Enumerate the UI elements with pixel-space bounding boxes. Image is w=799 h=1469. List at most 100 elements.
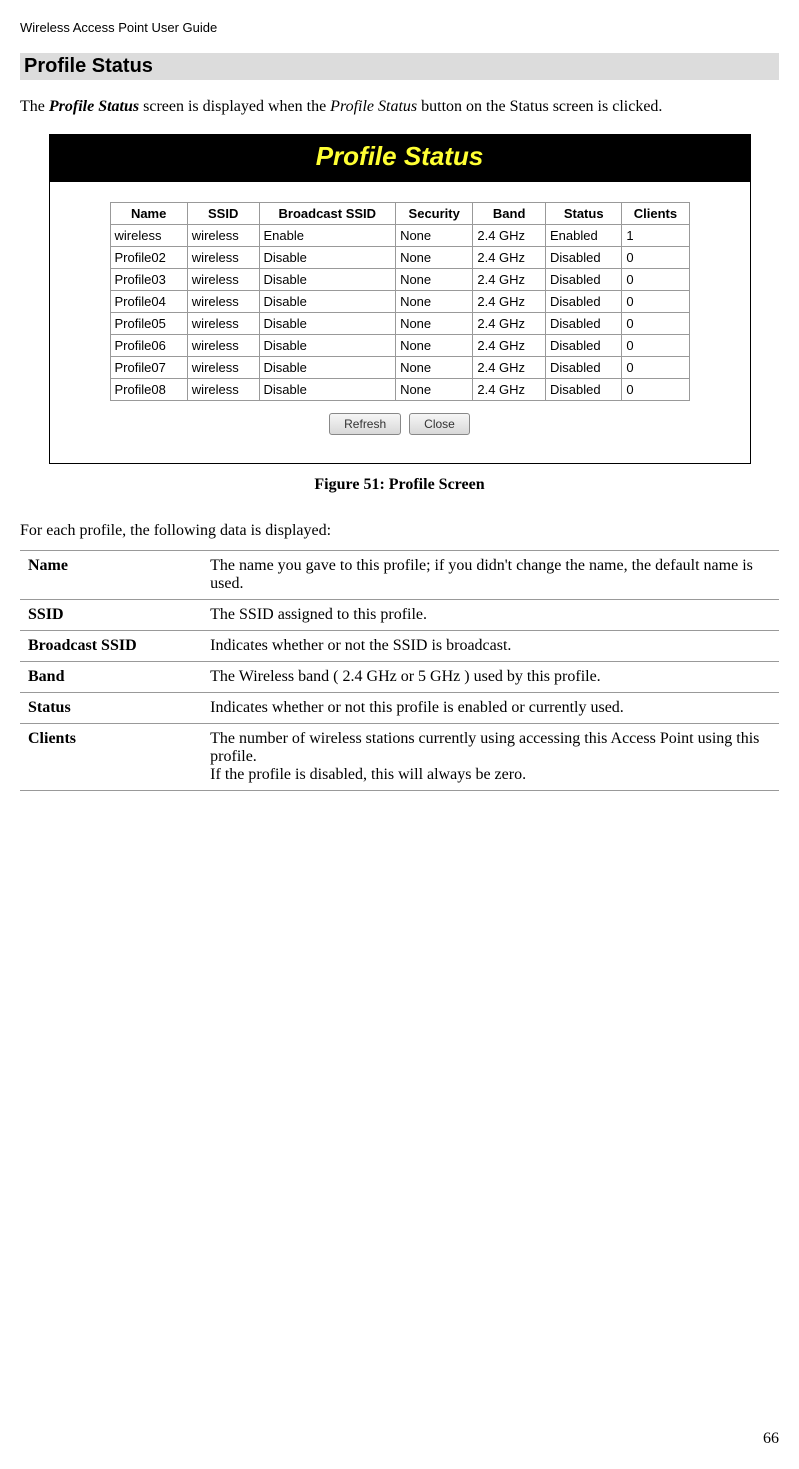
intro-paragraph: The Profile Status screen is displayed w… [20, 96, 779, 118]
cell-security: None [396, 225, 473, 247]
intro-text: The [20, 98, 49, 115]
cell-band: 2.4 GHz [473, 225, 546, 247]
desc-row: Broadcast SSIDIndicates whether or not t… [20, 631, 779, 662]
cell-security: None [396, 379, 473, 401]
cell-ssid: wireless [187, 269, 259, 291]
cell-security: None [396, 313, 473, 335]
desc-text: The Wireless band ( 2.4 GHz or 5 GHz ) u… [202, 662, 779, 693]
desc-label: Broadcast SSID [20, 631, 202, 662]
col-ssid: SSID [187, 203, 259, 225]
intro-text: screen is displayed when the [139, 98, 330, 115]
cell-band: 2.4 GHz [473, 269, 546, 291]
cell-clients: 0 [622, 335, 689, 357]
figure-titlebar: Profile Status [50, 135, 750, 182]
cell-broadcast: Disable [259, 357, 396, 379]
cell-clients: 0 [622, 357, 689, 379]
desc-text: The SSID assigned to this profile. [202, 600, 779, 631]
cell-broadcast: Disable [259, 269, 396, 291]
close-button[interactable]: Close [409, 413, 470, 435]
table-row: Profile04wirelessDisableNone2.4 GHzDisab… [110, 291, 689, 313]
cell-broadcast: Disable [259, 313, 396, 335]
table-row: Profile05wirelessDisableNone2.4 GHzDisab… [110, 313, 689, 335]
col-name: Name [110, 203, 187, 225]
col-status: Status [546, 203, 622, 225]
description-table: NameThe name you gave to this profile; i… [20, 550, 779, 791]
cell-band: 2.4 GHz [473, 247, 546, 269]
col-band: Band [473, 203, 546, 225]
cell-broadcast: Disable [259, 335, 396, 357]
cell-clients: 0 [622, 269, 689, 291]
lead-paragraph: For each profile, the following data is … [20, 522, 779, 540]
cell-ssid: wireless [187, 225, 259, 247]
cell-name: Profile04 [110, 291, 187, 313]
col-broadcast-ssid-label: Broadcast SSID [279, 206, 377, 221]
cell-broadcast: Enable [259, 225, 396, 247]
cell-broadcast: Disable [259, 291, 396, 313]
intro-text: button on the Status screen is clicked. [417, 98, 662, 115]
cell-ssid: wireless [187, 335, 259, 357]
cell-broadcast: Disable [259, 247, 396, 269]
col-security: Security [396, 203, 473, 225]
cell-name: Profile05 [110, 313, 187, 335]
profile-table: Name SSID Broadcast SSID Security Band S… [110, 202, 690, 401]
figure-profile-status: Profile Status Name SSID Broadcast SSID … [49, 134, 751, 464]
desc-text: Indicates whether or not the SSID is bro… [202, 631, 779, 662]
cell-clients: 0 [622, 291, 689, 313]
table-row: Profile02wirelessDisableNone2.4 GHzDisab… [110, 247, 689, 269]
cell-name: Profile02 [110, 247, 187, 269]
cell-name: wireless [110, 225, 187, 247]
cell-band: 2.4 GHz [473, 291, 546, 313]
cell-name: Profile08 [110, 379, 187, 401]
cell-band: 2.4 GHz [473, 313, 546, 335]
desc-text: Indicates whether or not this profile is… [202, 693, 779, 724]
table-row: Profile06wirelessDisableNone2.4 GHzDisab… [110, 335, 689, 357]
table-row: wirelesswirelessEnableNone2.4 GHzEnabled… [110, 225, 689, 247]
table-row: Profile03wirelessDisableNone2.4 GHzDisab… [110, 269, 689, 291]
cell-status: Disabled [546, 313, 622, 335]
cell-status: Disabled [546, 357, 622, 379]
cell-clients: 0 [622, 247, 689, 269]
cell-clients: 0 [622, 379, 689, 401]
section-title: Profile Status [20, 53, 779, 80]
table-row: Profile07wirelessDisableNone2.4 GHzDisab… [110, 357, 689, 379]
desc-label: Status [20, 693, 202, 724]
desc-row: StatusIndicates whether or not this prof… [20, 693, 779, 724]
cell-ssid: wireless [187, 247, 259, 269]
cell-security: None [396, 335, 473, 357]
col-clients: Clients [622, 203, 689, 225]
cell-ssid: wireless [187, 291, 259, 313]
cell-band: 2.4 GHz [473, 357, 546, 379]
desc-row: NameThe name you gave to this profile; i… [20, 551, 779, 600]
cell-security: None [396, 357, 473, 379]
desc-text: The name you gave to this profile; if yo… [202, 551, 779, 600]
figure-button-row: Refresh Close [110, 413, 690, 435]
cell-status: Disabled [546, 335, 622, 357]
cell-status: Disabled [546, 269, 622, 291]
cell-clients: 0 [622, 313, 689, 335]
intro-profile-status-2: Profile Status [330, 98, 417, 115]
desc-label: Clients [20, 724, 202, 791]
cell-security: None [396, 291, 473, 313]
cell-band: 2.4 GHz [473, 379, 546, 401]
cell-security: None [396, 269, 473, 291]
cell-security: None [396, 247, 473, 269]
figure-body: Name SSID Broadcast SSID Security Band S… [50, 182, 750, 463]
intro-profile-status-1: Profile Status [49, 98, 139, 115]
refresh-button[interactable]: Refresh [329, 413, 401, 435]
page-number: 66 [763, 1430, 779, 1448]
desc-label: Name [20, 551, 202, 600]
cell-name: Profile07 [110, 357, 187, 379]
cell-clients: 1 [622, 225, 689, 247]
cell-band: 2.4 GHz [473, 335, 546, 357]
cell-name: Profile03 [110, 269, 187, 291]
cell-broadcast: Disable [259, 379, 396, 401]
figure-caption: Figure 51: Profile Screen [20, 476, 779, 494]
col-broadcast-ssid: Broadcast SSID [259, 203, 396, 225]
cell-ssid: wireless [187, 379, 259, 401]
cell-ssid: wireless [187, 357, 259, 379]
desc-label: SSID [20, 600, 202, 631]
cell-status: Enabled [546, 225, 622, 247]
desc-row: SSIDThe SSID assigned to this profile. [20, 600, 779, 631]
desc-label: Band [20, 662, 202, 693]
doc-header: Wireless Access Point User Guide [20, 20, 779, 35]
